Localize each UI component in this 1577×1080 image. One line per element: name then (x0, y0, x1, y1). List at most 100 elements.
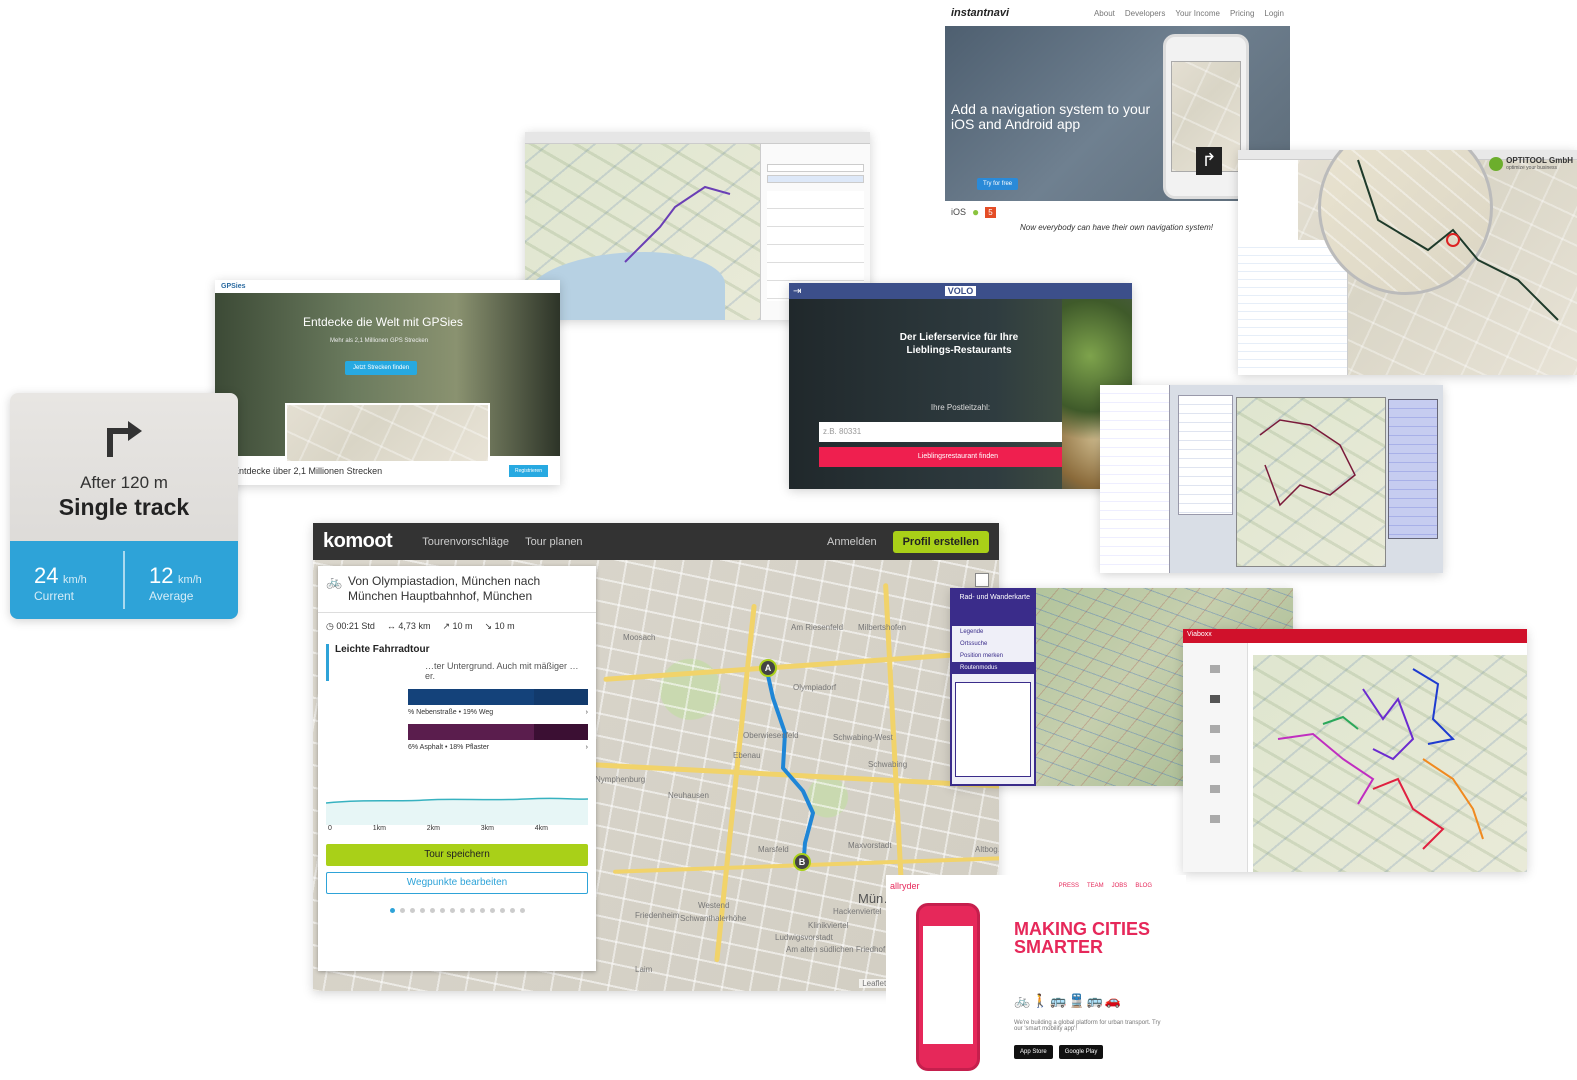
gpsies-headline: Entdecke die Welt mit GPSies (303, 315, 463, 329)
average-speed: 12 (149, 563, 174, 588)
distance-value: 4,73 km (398, 621, 431, 631)
navigation-card: After 120 m Single track 24 km/h Current… (10, 393, 238, 619)
viaboxx-screenshot: Viaboxx (1183, 629, 1527, 872)
allryder-screenshot: allryder PRESS TEAM JOBS BLOG MAKING CIT… (886, 875, 1186, 1080)
nav-item[interactable]: JOBS (1112, 883, 1128, 889)
to-field[interactable] (767, 175, 864, 183)
wanderkarte-menu-item[interactable]: Ortssuche (952, 638, 1034, 650)
nav-item[interactable]: Developers (1125, 9, 1165, 18)
optitool-route (1357, 159, 1559, 321)
instruction-distance: After 120 m (80, 473, 168, 492)
wanderkarte-menu-item[interactable]: Legende (952, 626, 1034, 638)
allryder-subtext: We're building a global platform for urb… (1014, 1020, 1161, 1032)
page-dot[interactable] (409, 908, 415, 913)
expand-icon[interactable]: › (586, 744, 588, 751)
page-dot[interactable] (419, 908, 425, 913)
page-dot[interactable] (449, 908, 455, 913)
page-dot[interactable] (469, 908, 475, 913)
nav-item[interactable]: About (1094, 9, 1115, 18)
allryder-logo[interactable]: allryder (890, 881, 920, 891)
place-label: Schwabing (868, 760, 908, 769)
page-dot[interactable] (439, 908, 445, 913)
wanderkarte-panel: Rad- und Wanderkarte Legende Ortssuche P… (950, 588, 1036, 786)
poi-popup[interactable] (200, 770, 240, 825)
clock-icon: ◷ (326, 621, 334, 631)
optitool-logo-icon (1489, 156, 1504, 171)
surface-bar (408, 724, 588, 740)
ascent-icon: ↗ (442, 621, 450, 631)
elevation-axis: 0 1km 2km 3km 4km (328, 825, 548, 832)
page-dot[interactable] (459, 908, 465, 913)
current-speed-unit: km/h (62, 574, 87, 586)
volo-menu-icon[interactable]: ⇥ (793, 286, 801, 297)
place-label: Milbertshofen (858, 623, 907, 632)
gpsies-register-button[interactable]: Registrieren (509, 464, 548, 477)
place-label: Hackenviertel (833, 907, 882, 916)
save-tour-button[interactable]: Tour speichern (326, 844, 588, 866)
nav-item[interactable]: PRESS (1059, 883, 1079, 889)
turn-right-arrow-icon (102, 413, 142, 457)
volo-headline: Der Lieferservice für Ihre Lieblings-Res… (899, 332, 1019, 356)
from-field[interactable] (767, 164, 864, 172)
expand-icon[interactable]: › (586, 709, 588, 716)
volo-find-button[interactable]: Lieblingsrestaurant finden (819, 447, 1097, 467)
wanderkarte-menu-item[interactable]: Position merken (952, 650, 1034, 662)
place-label: Schwanthalerhöhe (680, 914, 747, 923)
volo-postal-input[interactable]: z.B. 80331 (819, 422, 1097, 442)
gpsies-map-preview (285, 403, 490, 463)
wanderkarte-menu-item[interactable]: Routenmodus (952, 662, 1034, 674)
place-label: Nymphenburg (595, 775, 646, 784)
page-dot[interactable] (489, 908, 495, 913)
page-dot[interactable] (399, 908, 405, 913)
page-dot[interactable] (519, 908, 525, 913)
page-dot[interactable] (479, 908, 485, 913)
nav-item[interactable]: Login (1264, 9, 1284, 18)
page-dot[interactable] (499, 908, 505, 913)
marker-a[interactable]: A (759, 659, 777, 677)
phone-screen (923, 926, 973, 1044)
marker-b[interactable]: B (793, 853, 811, 871)
page-dot[interactable] (509, 908, 515, 913)
transport-icons: 🚲🚶🚌🚆🚌🚗 (1014, 993, 1124, 1008)
gpsies-logo[interactable]: GPSies (221, 283, 246, 290)
viaboxx-routes (1277, 668, 1484, 850)
nav-item[interactable]: BLOG (1135, 883, 1152, 889)
ascent: ↗ 10 m (442, 621, 472, 632)
nav-item[interactable]: Your Income (1175, 9, 1220, 18)
volo-logo[interactable]: VOLO (944, 286, 977, 296)
waytype-legend: % Nebenstraße • 19% Weg (408, 709, 494, 716)
page-dot[interactable] (389, 908, 395, 913)
instantnavi-cta-button[interactable]: Try for free (977, 178, 1019, 190)
current-speed-label: Current (34, 589, 75, 603)
axis-tick: 0 (328, 825, 332, 832)
instruction-road: Single track (58, 494, 190, 520)
place-label: Friedenheim (635, 911, 680, 920)
instantnavi-logo[interactable]: instantnavi (951, 7, 1009, 19)
route-nl-logo[interactable]: route.nl (78, 673, 104, 680)
edit-waypoints-button[interactable]: Wegpunkte bearbeiten (326, 872, 588, 894)
duration-value: 00:21 Std (336, 621, 375, 631)
page-dot[interactable] (429, 908, 435, 913)
instantnavi-headline: Add a navigation system to your iOS and … (951, 101, 1151, 132)
descent-icon: ↘ (484, 621, 493, 631)
ios-label: iOS (951, 207, 967, 217)
average-speed-unit: km/h (177, 574, 202, 586)
app-store-button[interactable]: App Store (1014, 1045, 1053, 1059)
difficulty: Leichte Fahrradtour (335, 644, 430, 655)
google-play-button[interactable]: Google Play (1058, 1045, 1104, 1059)
gpsies-cta-button[interactable]: Jetzt Strecken finden (345, 361, 418, 375)
gpsies-subheadline: Mehr als 2,1 Millionen GPS Strecken (330, 338, 429, 344)
place-label: Altbog… (975, 845, 999, 854)
place-label: Oberwiesenfeld (743, 731, 799, 740)
nav-item[interactable]: TEAM (1087, 883, 1104, 889)
ascent-value: 10 m (452, 621, 473, 631)
place-label: Maxvorstadt (848, 841, 892, 850)
fullscreen-icon[interactable] (975, 573, 989, 587)
optitool-tagline: optimize your business (1506, 165, 1558, 171)
distance-icon: ↔ (386, 621, 396, 631)
allryder-nav: PRESS TEAM JOBS BLOG (1059, 883, 1152, 889)
average-speed-label: Average (149, 589, 194, 603)
descent: ↘ 10 m (485, 621, 515, 632)
nav-item[interactable]: Pricing (1230, 9, 1254, 18)
route-panel: 🚲 Von Olympiastadion, München nach Münch… (318, 566, 596, 971)
